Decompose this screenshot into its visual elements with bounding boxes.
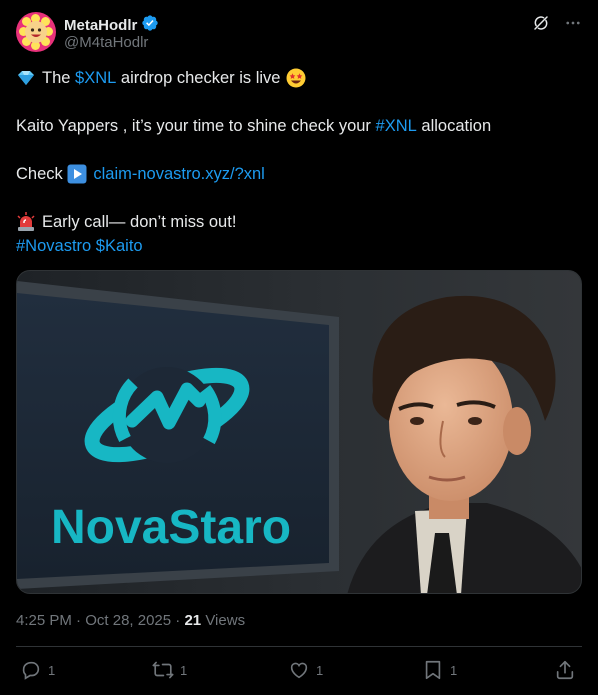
reply-icon xyxy=(22,661,40,680)
tweet-line-2: Kaito Yappers , it’s your time to shine … xyxy=(16,114,582,138)
cashtag-kaito[interactable]: $Kaito xyxy=(96,234,143,258)
tweet-time[interactable]: 4:25 PM xyxy=(16,612,72,629)
tweet-meta: 4:25 PM · Oct 28, 2025 · 21 Views xyxy=(16,612,245,629)
tweet-line-5: #Novastro $Kaito xyxy=(16,234,582,258)
repost-icon xyxy=(152,661,174,679)
hashtag-novastro[interactable]: #Novastro xyxy=(16,234,91,258)
tweet-date[interactable]: Oct 28, 2025 xyxy=(85,612,171,629)
repost-button[interactable]: 1 xyxy=(152,659,187,681)
avatar[interactable] xyxy=(16,12,56,52)
repost-count: 1 xyxy=(180,662,188,678)
action-bar: 1 1 1 1 xyxy=(16,659,582,685)
hashtag-xnl[interactable]: #XNL xyxy=(376,114,417,138)
media-image[interactable]: NovaStaro xyxy=(16,270,582,594)
like-count: 1 xyxy=(316,662,324,678)
tweet-text-segment: Check xyxy=(16,165,63,183)
logo-text: NovaStaro xyxy=(51,501,291,554)
bookmark-icon xyxy=(425,660,441,680)
share-icon xyxy=(556,660,574,680)
tweet-line-1: The $XNL airdrop checker is live xyxy=(16,66,582,90)
share-button[interactable] xyxy=(554,659,576,681)
diamond-emoji-icon xyxy=(16,68,36,88)
claim-link[interactable]: claim-novastro.xyz/?xnl xyxy=(93,162,264,186)
more-icon[interactable] xyxy=(564,14,582,32)
bookmark-count: 1 xyxy=(450,662,458,678)
play-button-emoji-icon xyxy=(67,164,87,184)
tweet-header: MetaHodlr @M4taHodlr xyxy=(16,12,582,54)
siren-emoji-icon xyxy=(16,212,36,232)
meta-separator: · xyxy=(71,612,86,629)
tweet-text-segment: Kaito Yappers , it’s your time to shine … xyxy=(16,117,371,135)
user-handle[interactable]: @M4taHodlr xyxy=(64,34,148,51)
star-struck-emoji-icon xyxy=(286,68,306,88)
tweet-text-segment: allocation xyxy=(421,117,492,135)
tweet-text-segment: The xyxy=(42,69,71,87)
like-icon xyxy=(290,662,308,679)
views-count: 21 xyxy=(184,612,202,629)
meta-separator: · xyxy=(171,612,185,629)
tweet-text-segment: airdrop checker is live xyxy=(120,69,281,87)
cashtag-xnl[interactable]: $XNL xyxy=(75,66,116,90)
reply-button[interactable]: 1 xyxy=(20,659,55,681)
like-button[interactable]: 1 xyxy=(288,659,323,681)
divider xyxy=(16,646,582,647)
reply-count: 1 xyxy=(48,662,56,678)
tweet-text: The $XNL airdrop checker is live Kaito Y… xyxy=(16,66,582,258)
tweet-line-4: Early call— don’t miss out! xyxy=(16,210,582,234)
views-label: Views xyxy=(201,612,246,629)
tweet-line-3: Check claim-novastro.xyz/?xnl xyxy=(16,162,582,186)
bookmark-button[interactable]: 1 xyxy=(422,659,457,681)
display-name[interactable]: MetaHodlr xyxy=(64,17,137,34)
tweet-text-segment: Early call— don’t miss out! xyxy=(42,213,237,231)
grok-icon[interactable] xyxy=(532,14,550,32)
